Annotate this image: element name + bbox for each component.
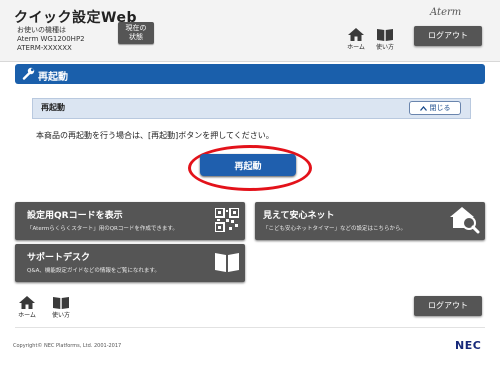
current-status-button[interactable]: 現在の 状態 [118, 22, 154, 44]
book-icon [377, 29, 393, 41]
copyright-text: Copyright© NEC Platforms, Ltd. 2001-2017 [13, 343, 122, 349]
home-icon [348, 28, 364, 41]
qr-code-icon [215, 208, 239, 232]
qr-code-tile[interactable]: 設定用QRコードを表示 「Atermらくらくスタート」用のQRコードを作成できま… [15, 202, 245, 240]
help-label: 使い方 [375, 44, 394, 51]
device-info: お使いの機種は Aterm WG1200HP2 ATERM-XXXXXX [17, 26, 85, 53]
footer-help-label: 使い方 [51, 312, 70, 319]
support-desk-tile[interactable]: サポートデスク Q&A、機能設定ガイドなどの情報をご覧になれます。 [15, 244, 245, 282]
panel-header [32, 98, 471, 119]
device-label: お使いの機種は [17, 26, 66, 34]
close-button[interactable]: 閉じる [409, 101, 461, 115]
mieru-anshin-net-tile[interactable]: 見えて安心ネット 「こども安心ネットタイマー」などの設定はこちらから。 [255, 202, 485, 240]
book-icon [53, 297, 69, 309]
footer-logout-button[interactable]: ログアウト [414, 296, 482, 316]
qr-tile-title: 設定用QRコードを表示 [27, 211, 123, 221]
house-search-icon [450, 207, 480, 234]
status-button-line2: 状態 [129, 33, 143, 41]
help-button[interactable]: 使い方 [373, 28, 397, 54]
logout-button[interactable]: ログアウト [414, 26, 482, 46]
aterm-logo: Aterm [430, 7, 462, 18]
qr-tile-subtitle: 「Atermらくらくスタート」用のQRコードを作成できます。 [27, 226, 178, 232]
home-button[interactable]: ホーム [344, 28, 368, 54]
panel-title: 再起動 [41, 103, 65, 112]
footer-divider [15, 327, 485, 328]
device-model: Aterm WG1200HP2 [17, 35, 85, 43]
home-icon [19, 296, 35, 309]
chevron-up-icon [419, 105, 427, 111]
anshin-tile-title: 見えて安心ネット [263, 211, 335, 221]
section-title: 再起動 [38, 72, 68, 83]
device-name: ATERM-XXXXXX [17, 44, 72, 52]
support-tile-title: サポートデスク [27, 253, 91, 263]
restart-button[interactable]: 再起動 [200, 154, 296, 176]
book-icon [215, 253, 239, 272]
home-label: ホーム [347, 44, 365, 51]
footer-home-label: ホーム [18, 312, 36, 319]
close-label: 閉じる [429, 104, 451, 112]
footer-help-button[interactable]: 使い方 [49, 296, 73, 322]
status-button-line1: 現在の [125, 24, 147, 32]
section-header [15, 64, 485, 84]
anshin-tile-subtitle: 「こども安心ネットタイマー」などの設定はこちらから。 [263, 226, 407, 232]
footer-home-button[interactable]: ホーム [15, 296, 39, 322]
wrench-icon [22, 67, 35, 80]
nec-logo: NEC [455, 339, 482, 352]
restart-description: 本商品の再起動を行う場合は、[再起動]ボタンを押してください。 [36, 131, 274, 140]
support-tile-subtitle: Q&A、機能設定ガイドなどの情報をご覧になれます。 [27, 268, 160, 274]
